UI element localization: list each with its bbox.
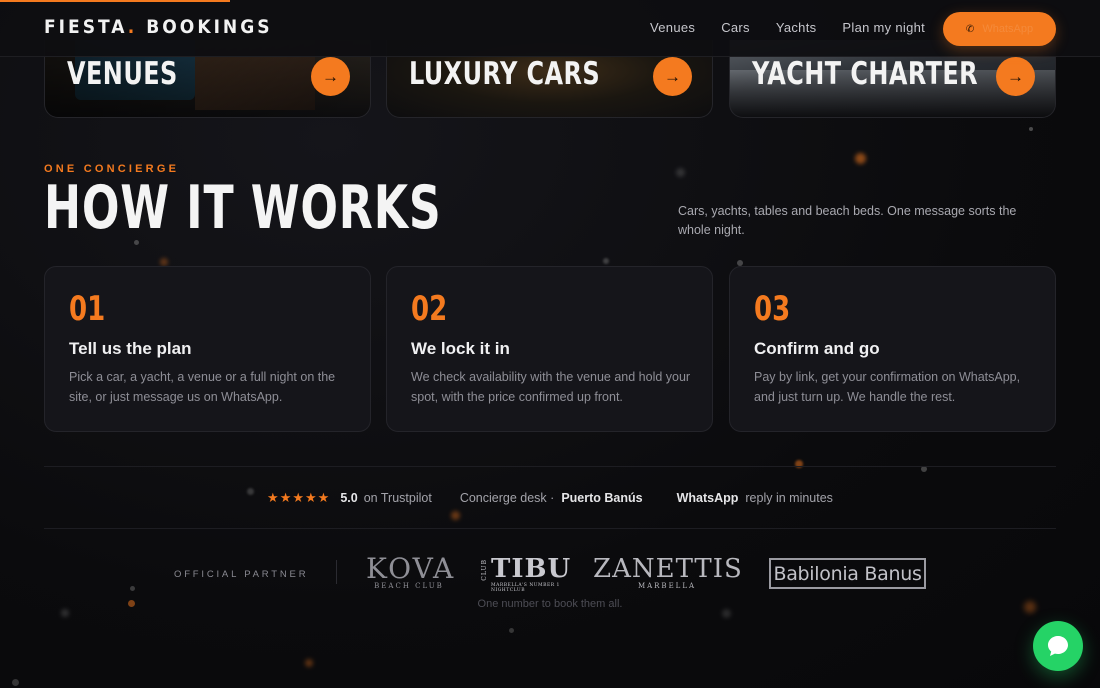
divider	[44, 466, 1056, 467]
step-card: 02 We lock it in We check availability w…	[386, 266, 713, 432]
arrow-right-icon[interactable]: →	[311, 57, 350, 96]
desk-location: Puerto Banús	[561, 491, 643, 505]
rating-value: 5.0	[340, 491, 358, 505]
category-title: VENUES	[67, 56, 178, 92]
step-number: 01	[69, 289, 106, 329]
category-title: LUXURY CARS	[409, 56, 601, 92]
step-number: 02	[411, 289, 448, 329]
step-text: Pick a car, a yacht, a venue or a full n…	[69, 370, 336, 404]
whatsapp-button-label: WhatsApp	[982, 23, 1034, 35]
nav-link-yachts[interactable]: Yachts	[776, 20, 817, 35]
rating-source: on Trustpilot	[363, 491, 432, 505]
step-card: 01 Tell us the plan Pick a car, a yacht,…	[44, 266, 371, 432]
whatsapp-response: reply in minutes	[745, 491, 833, 505]
whatsapp-chat-button[interactable]	[1033, 621, 1083, 671]
partner-tagline: One number to book them all.	[477, 598, 623, 610]
star-rating-icon: ★★★★★	[267, 490, 331, 505]
arrow-right-icon[interactable]: →	[653, 57, 692, 96]
step-number: 03	[754, 289, 791, 329]
brand-logo[interactable]: FIESTA. BOOKINGS	[44, 16, 273, 38]
partner-logo-tibu: CLUB TIBU MARBELLA'S NUMBER 1 NIGHTCLUB	[481, 554, 572, 593]
partner-logo-zanettis: ZANETTIS MARBELLA	[593, 554, 743, 590]
section-intro: Cars, yachts, tables and beach beds. One…	[678, 204, 1017, 237]
partner-logo-kova: KOVA BEACH CLUB	[366, 552, 456, 591]
whatsapp-header-button[interactable]: ✆ WhatsApp	[943, 12, 1056, 46]
step-title: Tell us the plan	[69, 339, 192, 358]
partner-separator	[336, 560, 337, 584]
chat-bubble-icon	[1048, 636, 1068, 656]
step-title: Confirm and go	[754, 339, 880, 358]
step-text: We check availability with the venue and…	[411, 370, 691, 404]
site-header: FIESTA. BOOKINGS Venues Cars Yachts Plan…	[0, 0, 1100, 57]
scroll-progress-bar	[0, 0, 230, 2]
nav-link-cars[interactable]: Cars	[721, 20, 750, 35]
whatsapp-label: WhatsApp	[676, 491, 739, 505]
nav-link-venues[interactable]: Venues	[650, 20, 695, 35]
nav-link-plan-my-night[interactable]: Plan my night	[842, 20, 925, 35]
phone-icon: ✆	[965, 23, 975, 35]
partner-logo-babilonia-banus: Babilonia Banus	[769, 558, 926, 589]
step-text: Pay by link, get your confirmation on Wh…	[754, 370, 1021, 404]
divider	[44, 528, 1056, 529]
partner-label: OFFICIAL PARTNER	[174, 569, 309, 580]
category-title: YACHT CHARTER	[752, 56, 979, 92]
step-card: 03 Confirm and go Pay by link, get your …	[729, 266, 1056, 432]
step-title: We lock it in	[411, 339, 510, 358]
desk-label: Concierge desk ·	[459, 491, 555, 505]
section-title: HOW IT WORKS	[44, 173, 442, 243]
trust-bar: ★★★★★ 5.0 on Trustpilot Concierge desk ·…	[0, 490, 1100, 506]
arrow-right-icon[interactable]: →	[996, 57, 1035, 96]
main-nav: Venues Cars Yachts Plan my night	[650, 20, 925, 35]
